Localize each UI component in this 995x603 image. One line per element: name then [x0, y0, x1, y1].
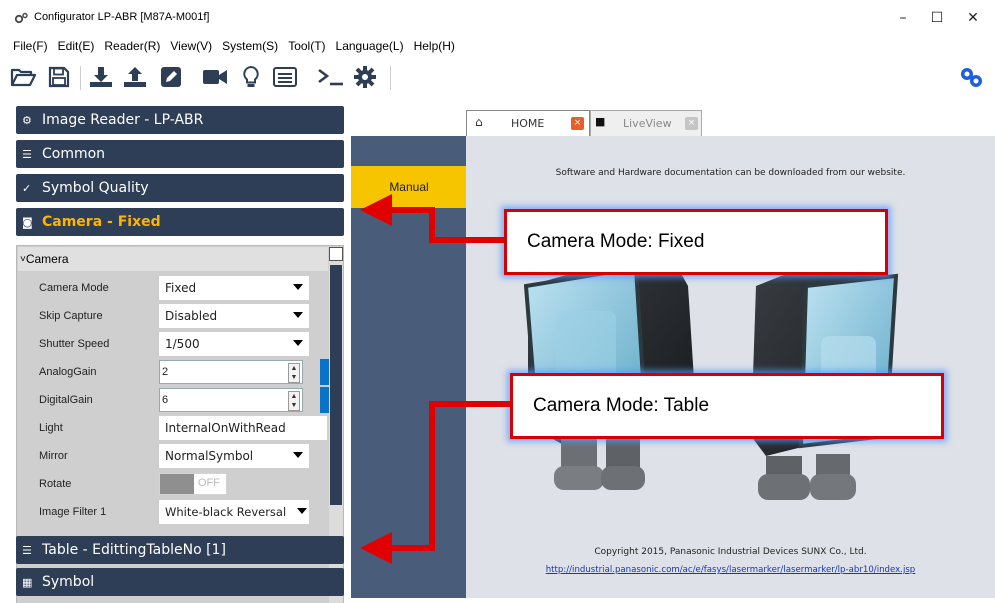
menu-help[interactable]: Help(H): [409, 37, 460, 57]
section-image-reader[interactable]: ⚙ Image Reader - LP-ABR: [16, 106, 344, 134]
prop-digital-gain: DigitalGain 6 ▲ ▼: [18, 386, 330, 414]
download-icon[interactable]: [86, 62, 116, 92]
camera-icon[interactable]: [200, 62, 230, 92]
rotate-toggle[interactable]: OFF: [159, 473, 227, 495]
dropdown-arrow-icon: [293, 452, 303, 458]
product-link[interactable]: http://industrial.panasonic.com/ac/e/fas…: [466, 565, 995, 575]
settings-panel: ⚙ Image Reader - LP-ABR ☰ Common ✓ Symbo…: [16, 106, 344, 603]
dropdown-arrow-icon: [293, 312, 303, 318]
menu-system[interactable]: System(S): [217, 37, 283, 57]
section-symbol-quality[interactable]: ✓ Symbol Quality: [16, 174, 344, 202]
terminal-icon[interactable]: [316, 62, 346, 92]
camera-icon: ■: [595, 115, 606, 128]
shutter-speed-select[interactable]: 1/500: [159, 332, 309, 356]
analog-gain-stepper[interactable]: ▲ ▼: [288, 363, 300, 383]
barcode-icon: ▦: [22, 575, 33, 589]
prop-light: Light InternalOnWithRead: [18, 414, 328, 442]
prop-image-filter: Image Filter 1 White-black Reversal: [18, 498, 328, 526]
camera-group-header[interactable]: ˅ Camera: [18, 247, 328, 271]
tab-liveview[interactable]: ■ LiveView ×: [590, 110, 702, 136]
maximize-button[interactable]: ☐: [917, 6, 957, 30]
menu-view[interactable]: View(V): [165, 37, 217, 57]
mirror-select[interactable]: NormalSymbol: [159, 444, 309, 468]
title-bar: Configurator LP-ABR [M87A-M001f] – ☐ ✕: [0, 0, 995, 36]
dropdown-arrow-icon: [293, 340, 303, 346]
dropdown-arrow-icon: [293, 284, 303, 290]
menu-file[interactable]: File(F): [8, 37, 53, 57]
copyright-text: Copyright 2015, Panasonic Industrial Dev…: [594, 547, 867, 557]
list-icon: ☰: [22, 147, 32, 161]
tab-home[interactable]: ⌂ HOME ×: [466, 110, 590, 136]
digital-gain-input[interactable]: 6 ▲ ▼: [159, 388, 303, 412]
gears-icon: [14, 12, 28, 24]
camera-icon: ◙: [22, 215, 33, 229]
close-button[interactable]: ✕: [953, 6, 993, 30]
prop-skip-capture: Skip Capture Disabled: [18, 302, 328, 330]
documentation-notice: Software and Hardware documentation can …: [555, 168, 906, 178]
menu-reader[interactable]: Reader(R): [99, 37, 165, 57]
section-camera[interactable]: ◙ Camera - Fixed: [16, 208, 344, 236]
prop-rotate: Rotate OFF: [18, 470, 328, 498]
menu-tool[interactable]: Tool(T): [283, 37, 330, 57]
home-page: [466, 136, 995, 598]
menu-edit[interactable]: Edit(E): [53, 37, 100, 57]
prop-mirror: Mirror NormalSymbol: [18, 442, 328, 470]
annotation-camera-table: Camera Mode: Table: [510, 373, 944, 439]
home-icon: ⌂: [475, 115, 483, 129]
camera-mode-select[interactable]: Fixed: [159, 276, 309, 300]
open-folder-icon[interactable]: [8, 62, 38, 92]
image-filter-select[interactable]: White-black Reversal: [159, 500, 309, 524]
section-table[interactable]: ☰ Table - EdittingTableNo [1]: [16, 536, 344, 564]
lightbulb-icon[interactable]: [236, 62, 266, 92]
digital-gain-stepper[interactable]: ▲ ▼: [288, 391, 300, 411]
quality-icon: ✓: [22, 181, 32, 195]
gears-icon: ⚙: [22, 113, 32, 127]
section-common[interactable]: ☰ Common: [16, 140, 344, 168]
upload-icon[interactable]: [120, 62, 150, 92]
window-title: Configurator LP-ABR [M87A-M001f]: [34, 11, 210, 23]
light-field[interactable]: InternalOnWithRead: [159, 416, 327, 440]
product-image: [523, 242, 899, 500]
toolbar: [0, 58, 995, 98]
close-icon[interactable]: ×: [571, 117, 584, 130]
analog-gain-input[interactable]: 2 ▲ ▼: [159, 360, 303, 384]
dropdown-arrow-icon: [297, 508, 307, 514]
scrollbar-thumb[interactable]: [330, 265, 342, 505]
prop-camera-mode: Camera Mode Fixed: [18, 274, 328, 302]
list-icon[interactable]: [270, 62, 300, 92]
menu-language[interactable]: Language(L): [331, 37, 409, 57]
annotation-camera-fixed: Camera Mode: Fixed: [504, 209, 888, 275]
section-symbol[interactable]: ▦ Symbol: [16, 568, 344, 596]
connect-icon[interactable]: [956, 62, 986, 92]
close-icon[interactable]: ×: [685, 117, 698, 130]
save-icon[interactable]: [44, 62, 74, 92]
menu-bar: File(F) Edit(E) Reader(R) View(V) System…: [8, 37, 460, 57]
prop-analog-gain: AnalogGain 2 ▲ ▼: [18, 358, 330, 386]
edit-icon[interactable]: [156, 62, 186, 92]
skip-capture-select[interactable]: Disabled: [159, 304, 309, 328]
settings-icon[interactable]: [350, 62, 380, 92]
table-icon: ☰: [22, 543, 32, 557]
prop-shutter-speed: Shutter Speed 1/500: [18, 330, 328, 358]
manual-nav-item[interactable]: Manual: [351, 166, 467, 208]
